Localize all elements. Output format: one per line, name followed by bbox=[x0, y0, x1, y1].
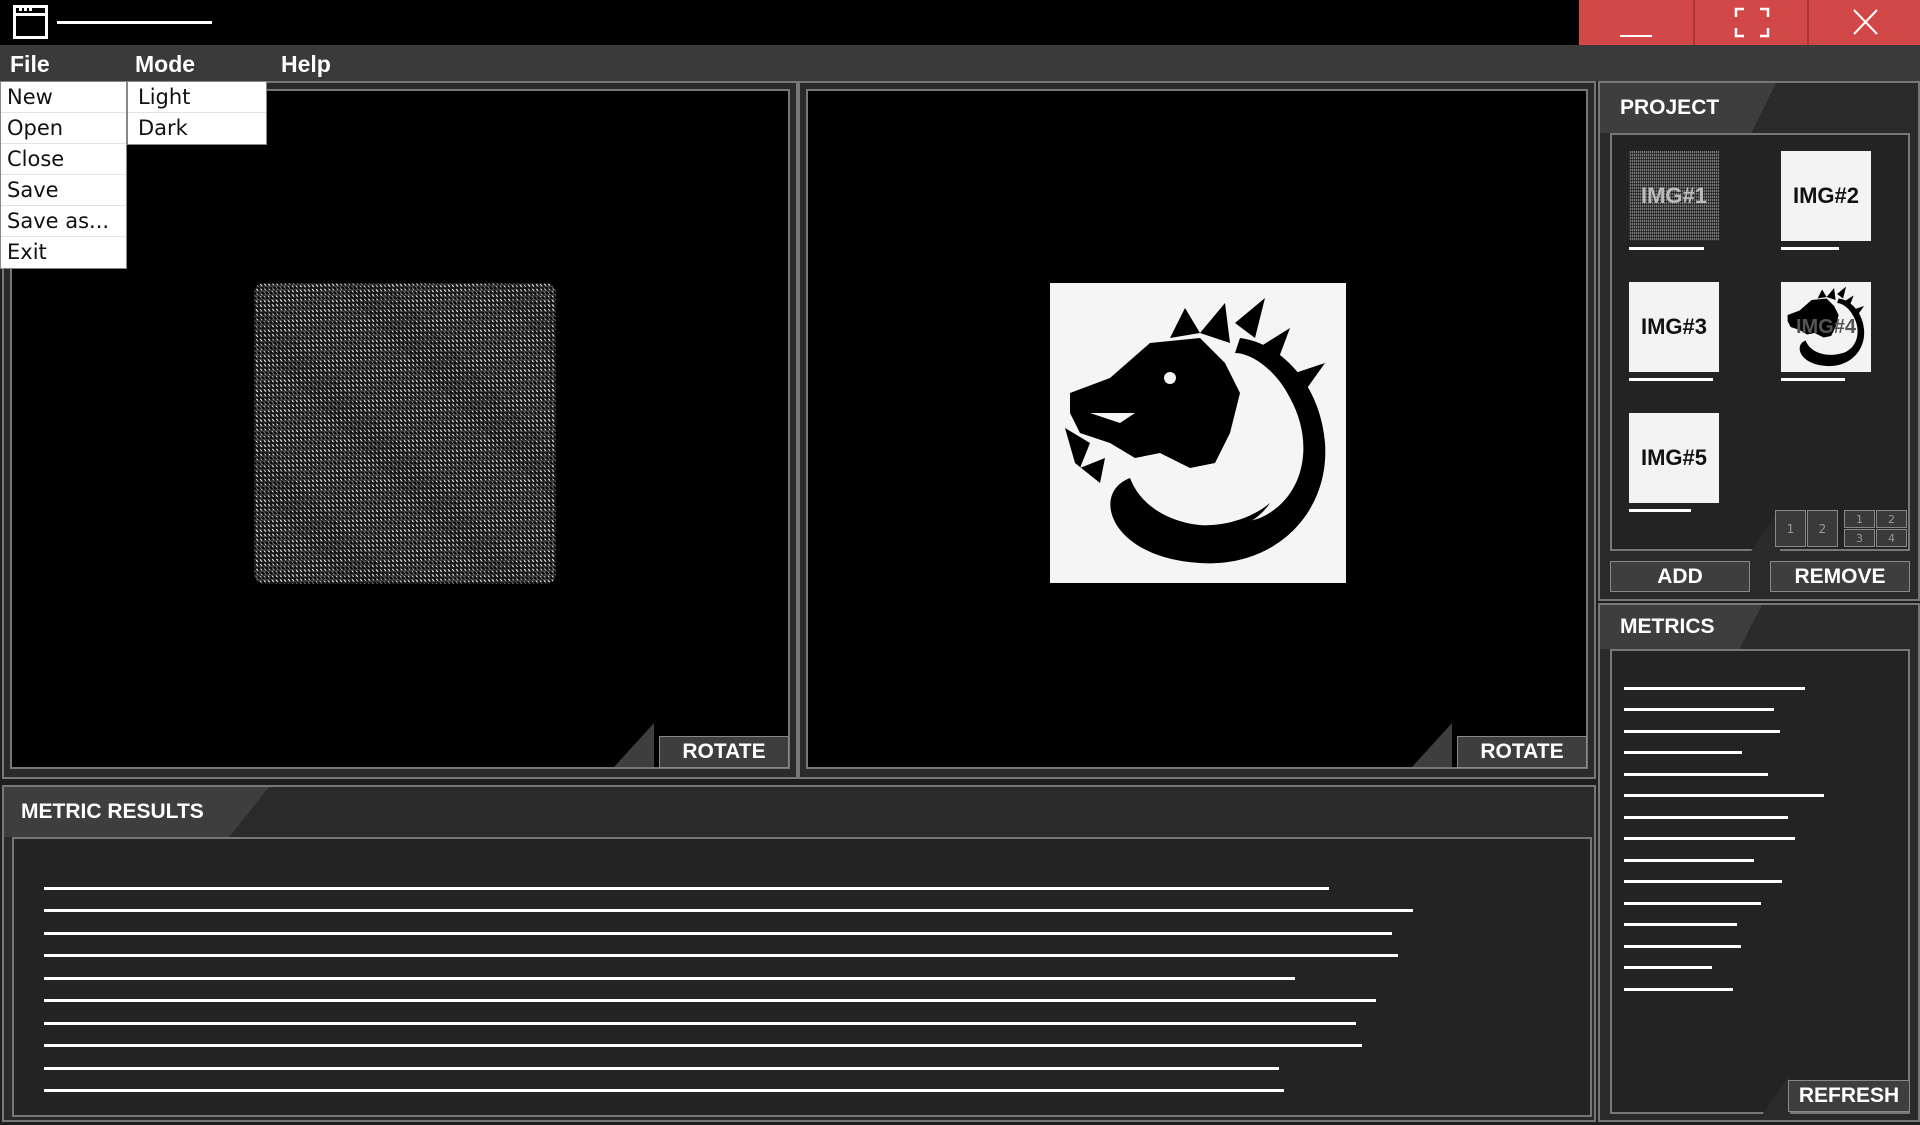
metric-line bbox=[1624, 773, 1768, 776]
noise-image bbox=[254, 283, 556, 584]
metric-results-panel: METRIC RESULTS bbox=[2, 785, 1596, 1122]
file-dropdown-menu: New Open Close Save Save as... Exit bbox=[0, 81, 127, 269]
result-line bbox=[44, 887, 1329, 890]
refresh-tab-corner bbox=[1762, 1075, 1790, 1115]
metric-line bbox=[1624, 751, 1742, 754]
rotate-tab-corner bbox=[1412, 723, 1452, 767]
close-icon bbox=[1853, 9, 1878, 35]
thumbnail-underline bbox=[1629, 247, 1704, 250]
menu-item-open[interactable]: Open bbox=[1, 113, 126, 144]
refresh-button[interactable]: REFRESH bbox=[1788, 1080, 1910, 1112]
thumbnail-underline bbox=[1781, 247, 1839, 250]
menu-item-close[interactable]: Close bbox=[1, 144, 126, 175]
menu-item-dark[interactable]: Dark bbox=[128, 113, 266, 144]
metric-results-content bbox=[12, 837, 1592, 1117]
left-viewer-canvas[interactable] bbox=[10, 89, 790, 769]
mode-dropdown-menu: Light Dark bbox=[127, 81, 267, 145]
thumbnail-underline bbox=[1781, 378, 1845, 381]
layout-grid-toggle[interactable]: 1 2 3 4 bbox=[1844, 510, 1908, 547]
metric-line bbox=[1624, 880, 1782, 883]
thumbnail-label: IMG#4 bbox=[1795, 315, 1857, 338]
project-panel: PROJECT IMG#1 IMG#2 IMG#3 IMG#4 IMG#5 1 … bbox=[1598, 81, 1920, 601]
dragon-image bbox=[1050, 283, 1346, 583]
menu-help[interactable]: Help bbox=[281, 51, 331, 78]
result-line bbox=[44, 954, 1398, 957]
right-viewer-canvas[interactable] bbox=[806, 89, 1588, 769]
project-thumbnail[interactable]: IMG#4 bbox=[1781, 282, 1871, 372]
metric-line bbox=[1624, 945, 1741, 948]
project-thumbnail[interactable]: IMG#1 bbox=[1629, 151, 1719, 241]
minimize-button[interactable] bbox=[1579, 0, 1693, 45]
metric-line bbox=[1624, 816, 1788, 819]
metric-line bbox=[1624, 902, 1761, 905]
result-line bbox=[44, 1022, 1356, 1025]
result-line bbox=[44, 977, 1295, 980]
thumbnail-label: IMG#2 bbox=[1792, 183, 1860, 208]
thumbnail-label: IMG#5 bbox=[1640, 445, 1708, 470]
menu-bar: File Mode Help bbox=[0, 45, 1920, 81]
window-title-placeholder bbox=[57, 21, 212, 24]
menu-item-save[interactable]: Save bbox=[1, 175, 126, 206]
metric-line bbox=[1624, 923, 1737, 926]
metric-line bbox=[1624, 837, 1795, 840]
rotate-tab-corner bbox=[614, 723, 654, 767]
metrics-panel: METRICS REFRESH bbox=[1598, 603, 1920, 1122]
metric-line bbox=[1624, 794, 1824, 797]
minimize-icon bbox=[1620, 35, 1652, 37]
thumbnail-underline bbox=[1629, 509, 1691, 512]
layout-page-1: 1 bbox=[1775, 510, 1806, 547]
maximize-button[interactable] bbox=[1693, 0, 1807, 45]
metric-line bbox=[1624, 859, 1754, 862]
add-button[interactable]: ADD bbox=[1610, 561, 1750, 592]
thumbnail-label: IMG#1 bbox=[1640, 183, 1708, 208]
result-line bbox=[44, 909, 1413, 912]
layout-single-toggle[interactable]: 1 2 bbox=[1775, 510, 1839, 547]
dragon-icon bbox=[1065, 298, 1326, 564]
remove-button[interactable]: REMOVE bbox=[1770, 561, 1910, 592]
project-thumbnail[interactable]: IMG#2 bbox=[1781, 151, 1871, 241]
result-line bbox=[44, 999, 1376, 1002]
layout-grid-cell: 2 bbox=[1876, 510, 1907, 528]
metrics-title: METRICS bbox=[1600, 605, 1762, 649]
layout-page-2: 2 bbox=[1807, 510, 1838, 547]
metric-line bbox=[1624, 966, 1712, 969]
app-window-icon bbox=[13, 5, 48, 39]
thumbnail-label: IMG#3 bbox=[1640, 314, 1708, 339]
project-thumbnails: IMG#1 IMG#2 IMG#3 IMG#4 IMG#5 bbox=[1610, 133, 1910, 551]
maximize-icon bbox=[1734, 7, 1770, 38]
layout-grid-cell: 3 bbox=[1844, 529, 1875, 547]
rotate-left-button[interactable]: ROTATE bbox=[659, 736, 789, 768]
metric-line bbox=[1624, 988, 1733, 991]
metrics-list[interactable] bbox=[1610, 649, 1910, 1114]
menu-item-light[interactable]: Light bbox=[128, 82, 266, 113]
menu-file[interactable]: File bbox=[10, 51, 50, 78]
project-title: PROJECT bbox=[1600, 83, 1776, 133]
result-line bbox=[44, 1044, 1362, 1047]
right-viewer-frame: ROTATE bbox=[798, 81, 1596, 779]
close-button[interactable] bbox=[1807, 0, 1920, 45]
layout-grid-cell: 1 bbox=[1844, 510, 1875, 528]
project-thumbnail[interactable]: IMG#5 bbox=[1629, 413, 1719, 503]
rotate-right-button[interactable]: ROTATE bbox=[1457, 736, 1587, 768]
title-bar bbox=[0, 0, 1920, 45]
menu-item-save-as[interactable]: Save as... bbox=[1, 206, 126, 237]
metric-line bbox=[1624, 708, 1774, 711]
metric-line bbox=[1624, 730, 1780, 733]
menu-item-new[interactable]: New bbox=[1, 82, 126, 113]
project-thumbnail[interactable]: IMG#3 bbox=[1629, 282, 1719, 372]
metric-results-title: METRIC RESULTS bbox=[4, 787, 269, 837]
result-line bbox=[44, 932, 1392, 935]
layout-grid-cell: 4 bbox=[1876, 529, 1907, 547]
menu-item-exit[interactable]: Exit bbox=[1, 237, 126, 268]
result-line bbox=[44, 1067, 1279, 1070]
thumbnail-underline bbox=[1629, 378, 1713, 381]
result-line bbox=[44, 1089, 1284, 1092]
menu-mode[interactable]: Mode bbox=[135, 51, 195, 78]
metric-line bbox=[1624, 687, 1805, 690]
